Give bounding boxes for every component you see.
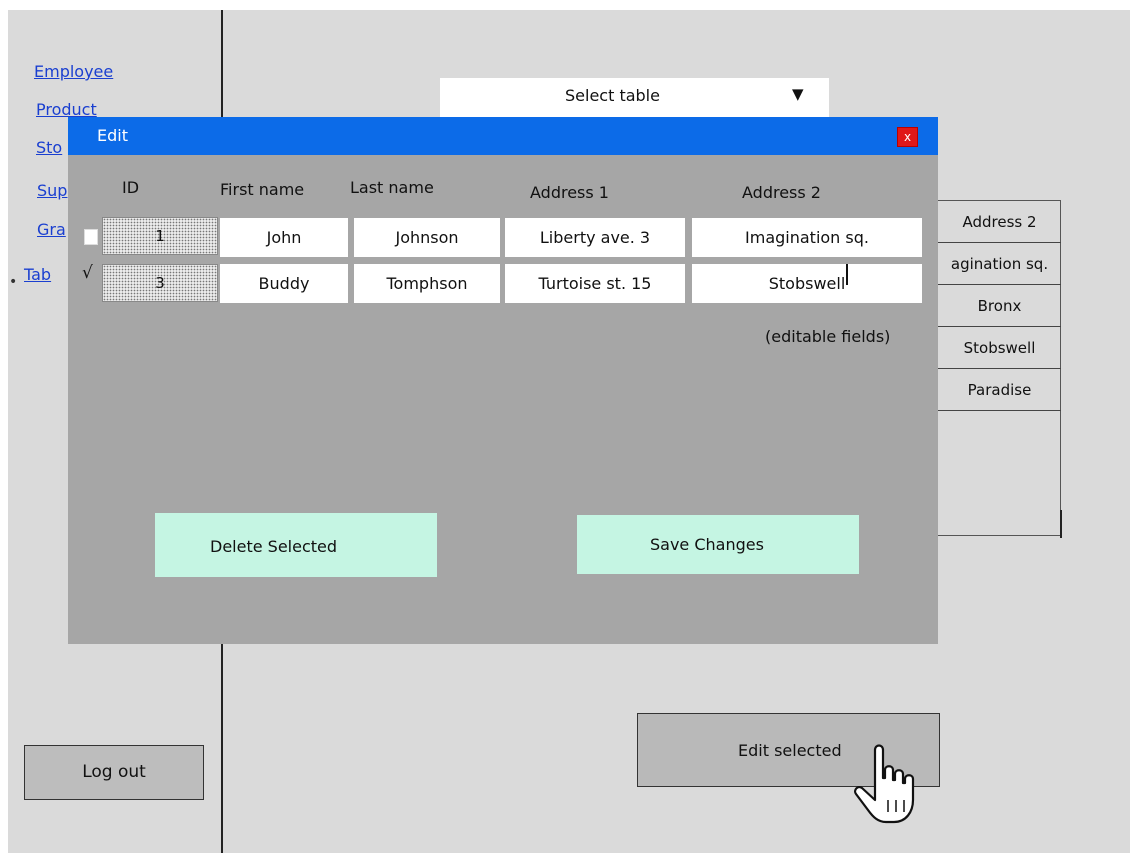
id-cell: 3 bbox=[102, 264, 218, 302]
address-1-field[interactable] bbox=[505, 264, 685, 303]
dialog-title: Edit bbox=[97, 126, 128, 145]
save-changes-label: Save Changes bbox=[650, 535, 764, 554]
background-table-cell: Bronx bbox=[938, 285, 1061, 327]
address-2-field[interactable] bbox=[692, 264, 922, 303]
column-header-id: ID bbox=[122, 178, 140, 197]
row-checkbox-checked[interactable]: √ bbox=[82, 265, 93, 282]
select-table-dropdown[interactable]: Select table ▼ bbox=[440, 78, 829, 117]
sidebar-item-tables[interactable]: Tab bbox=[24, 265, 51, 284]
background-table-cell: agination sq. bbox=[938, 243, 1061, 285]
editable-fields-note: (editable fields) bbox=[765, 327, 891, 346]
dropdown-arrow-icon: ▼ bbox=[792, 85, 804, 103]
sidebar-item-stock[interactable]: Sto bbox=[36, 138, 62, 157]
close-button[interactable]: x bbox=[897, 127, 918, 147]
sidebar-item-employee[interactable]: Employee bbox=[34, 62, 113, 81]
address-1-field[interactable] bbox=[505, 218, 685, 257]
hand-cursor-icon bbox=[854, 744, 915, 824]
background-table-header: Address 2 bbox=[938, 201, 1061, 243]
first-name-field[interactable] bbox=[220, 218, 348, 257]
background-table-edge bbox=[1060, 510, 1062, 538]
sidebar-divider bbox=[221, 10, 223, 122]
column-header-last-name: Last name bbox=[350, 178, 434, 197]
app-canvas: Employee Product Sto Sup Gra • Tab Selec… bbox=[8, 10, 1130, 853]
delete-selected-button[interactable]: Delete Selected bbox=[155, 513, 437, 577]
sidebar-divider-lower bbox=[221, 642, 223, 853]
select-table-label: Select table bbox=[565, 86, 660, 105]
save-changes-button[interactable]: Save Changes bbox=[577, 515, 859, 574]
edit-selected-label: Edit selected bbox=[738, 741, 842, 760]
first-name-field[interactable] bbox=[220, 264, 348, 303]
id-cell: 1 bbox=[102, 217, 218, 255]
background-table-cell: Stobswell bbox=[938, 327, 1061, 369]
row-checkbox[interactable] bbox=[84, 229, 98, 245]
last-name-field[interactable] bbox=[354, 218, 500, 257]
background-table: Address 2 agination sq. Bronx Stobswell … bbox=[938, 200, 1061, 536]
column-header-address-1: Address 1 bbox=[530, 183, 609, 202]
dialog-titlebar[interactable]: Edit x bbox=[68, 117, 938, 155]
sidebar-item-graph[interactable]: Gra bbox=[37, 220, 66, 239]
text-caret bbox=[846, 264, 848, 285]
column-header-address-2: Address 2 bbox=[742, 183, 821, 202]
delete-selected-label: Delete Selected bbox=[210, 537, 338, 556]
active-bullet: • bbox=[9, 274, 18, 290]
column-header-first-name: First name bbox=[220, 180, 305, 199]
edit-dialog: Edit x ID First name Last name Address 1… bbox=[68, 117, 938, 644]
background-table-cell: Paradise bbox=[938, 369, 1061, 411]
address-2-field[interactable] bbox=[692, 218, 922, 257]
last-name-field[interactable] bbox=[354, 264, 500, 303]
sidebar-item-supplier[interactable]: Sup bbox=[37, 181, 67, 200]
logout-button[interactable]: Log out bbox=[24, 745, 204, 800]
